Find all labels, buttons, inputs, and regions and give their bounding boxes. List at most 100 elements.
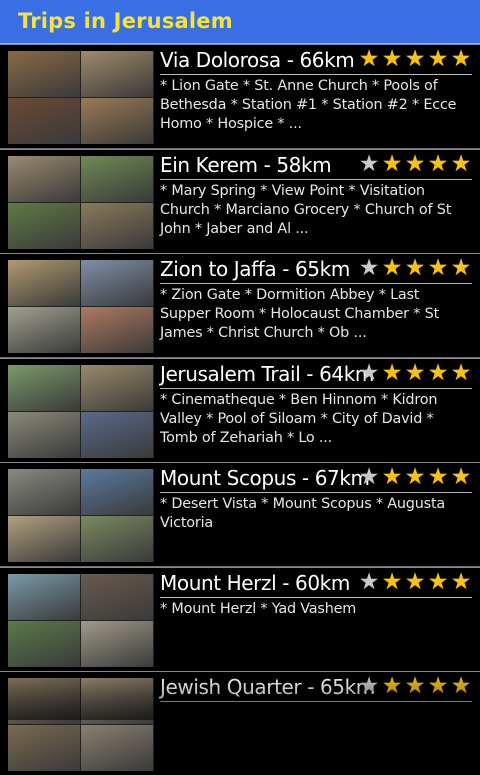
star-icon: ★ xyxy=(427,360,449,386)
trip-photo xyxy=(81,621,153,667)
star-icon: ★ xyxy=(450,255,472,281)
rating-stars: ★ ★ ★ ★ ★ xyxy=(358,466,472,489)
star-icon: ★ xyxy=(427,464,449,490)
trip-thumbnail-collage xyxy=(8,574,154,667)
trip-photo xyxy=(8,516,80,562)
star-icon: ★ xyxy=(450,151,472,177)
star-icon: ★ xyxy=(404,151,426,177)
star-icon: ★ xyxy=(404,360,426,386)
trip-thumbnail-collage xyxy=(8,260,154,353)
rating-stars: ★ ★ ★ ★ ★ xyxy=(358,153,472,176)
rating-stars: ★ ★ ★ ★ ★ xyxy=(358,48,472,71)
trip-stops: * Mary Spring * View Point * Visitation … xyxy=(160,183,452,237)
star-outline-icon: ★ xyxy=(358,464,380,490)
star-icon: ★ xyxy=(381,464,403,490)
trip-row[interactable]: Mount Scopus - 67km ★ ★ ★ ★ ★ * Desert Vista *… xyxy=(0,462,480,566)
star-outline-icon: ★ xyxy=(358,360,380,386)
trip-stops: * Cinematheque * Ben Hinnom * Kidron Val… xyxy=(160,392,438,446)
rating-stars: ★ ★ ★ ★ ★ xyxy=(358,571,472,594)
title-divider xyxy=(160,701,472,702)
star-outline-icon: ★ xyxy=(358,151,380,177)
star-icon: ★ xyxy=(427,673,449,699)
page-title: Trips in Jerusalem xyxy=(18,9,233,33)
trip-photo xyxy=(81,574,153,620)
trip-photo xyxy=(81,365,153,411)
star-icon: ★ xyxy=(427,46,449,72)
trip-stops: * Lion Gate * St. Anne Church * Pools of… xyxy=(160,78,457,132)
star-icon: ★ xyxy=(381,46,403,72)
star-icon: ★ xyxy=(381,360,403,386)
trip-photo xyxy=(81,469,153,515)
trip-title: Ein Kerem - 58km xyxy=(160,153,332,177)
star-outline-icon: ★ xyxy=(358,569,380,595)
title-divider xyxy=(160,283,472,284)
trip-list[interactable]: Via Dolorosa - 66km ★ ★ ★ ★ ★ * Lion Gate * St… xyxy=(0,44,480,775)
star-icon: ★ xyxy=(404,569,426,595)
trip-photo xyxy=(81,51,153,97)
trip-stops: * Mount Herzl * Yad Vashem xyxy=(160,601,357,617)
star-icon: ★ xyxy=(358,46,380,72)
star-outline-icon: ★ xyxy=(358,255,380,281)
trip-photo xyxy=(8,307,80,353)
trip-photo xyxy=(81,412,153,458)
trip-row[interactable]: Jewish Quarter - 65km ★ ★ ★ ★ ★ xyxy=(0,671,480,775)
title-divider xyxy=(160,179,472,180)
trip-title: Via Dolorosa - 66km xyxy=(160,48,355,72)
trip-thumbnail-collage xyxy=(8,51,154,144)
star-icon: ★ xyxy=(404,673,426,699)
star-icon: ★ xyxy=(404,255,426,281)
trip-photo xyxy=(8,98,80,144)
star-icon: ★ xyxy=(450,569,472,595)
trip-title: Zion to Jaffa - 65km xyxy=(160,257,350,281)
title-divider xyxy=(160,74,472,75)
trip-thumbnail-collage xyxy=(8,469,154,562)
star-outline-icon: ★ xyxy=(358,673,380,699)
star-icon: ★ xyxy=(381,673,403,699)
app-header: Trips in Jerusalem xyxy=(0,0,480,44)
trip-photo xyxy=(8,203,80,249)
trip-title: Jewish Quarter - 65km xyxy=(160,675,375,699)
trip-title: Mount Herzl - 60km xyxy=(160,571,350,595)
star-icon: ★ xyxy=(381,569,403,595)
star-icon: ★ xyxy=(450,46,472,72)
trip-thumbnail-collage xyxy=(8,678,154,771)
trip-photo xyxy=(8,678,80,724)
rating-stars: ★ ★ ★ ★ ★ xyxy=(358,675,472,698)
trip-row[interactable]: Mount Herzl - 60km ★ ★ ★ ★ ★ * Mount Herzl * Y… xyxy=(0,567,480,671)
trip-row[interactable]: Jerusalem Trail - 64km ★ ★ ★ ★ ★ * Cinemathequ… xyxy=(0,358,480,462)
trip-photo xyxy=(8,51,80,97)
trip-row[interactable]: Via Dolorosa - 66km ★ ★ ★ ★ ★ * Lion Gate * St… xyxy=(0,44,480,148)
trip-photo xyxy=(81,98,153,144)
trip-photo xyxy=(81,516,153,562)
star-icon: ★ xyxy=(427,255,449,281)
trip-photo xyxy=(81,678,153,724)
star-icon: ★ xyxy=(381,151,403,177)
trip-title: Jerusalem Trail - 64km xyxy=(160,362,374,386)
trip-photo xyxy=(8,621,80,667)
trip-row[interactable]: Ein Kerem - 58km ★ ★ ★ ★ ★ * Mary Spring * Vie… xyxy=(0,149,480,253)
trip-photo xyxy=(8,725,80,771)
rating-stars: ★ ★ ★ ★ ★ xyxy=(358,257,472,280)
trip-photo xyxy=(81,725,153,771)
star-icon: ★ xyxy=(404,46,426,72)
trip-photo xyxy=(8,574,80,620)
star-icon: ★ xyxy=(404,464,426,490)
trip-stops: * Zion Gate * Dormition Abbey * Last Sup… xyxy=(160,287,440,341)
trip-thumbnail-collage xyxy=(8,365,154,458)
trip-title: Mount Scopus - 67km xyxy=(160,466,370,490)
title-divider xyxy=(160,492,472,493)
trip-photo xyxy=(81,156,153,202)
title-divider xyxy=(160,388,472,389)
star-icon: ★ xyxy=(427,569,449,595)
star-icon: ★ xyxy=(450,360,472,386)
trip-photo xyxy=(81,203,153,249)
trip-thumbnail-collage xyxy=(8,156,154,249)
trip-row[interactable]: Zion to Jaffa - 65km ★ ★ ★ ★ ★ * Zion Gate * D… xyxy=(0,253,480,357)
trip-stops: * Desert Vista * Mount Scopus * Augusta … xyxy=(160,496,446,531)
title-divider xyxy=(160,597,472,598)
trip-photo xyxy=(81,307,153,353)
star-icon: ★ xyxy=(450,673,472,699)
trip-photo xyxy=(8,260,80,306)
trip-photo xyxy=(8,412,80,458)
star-icon: ★ xyxy=(381,255,403,281)
